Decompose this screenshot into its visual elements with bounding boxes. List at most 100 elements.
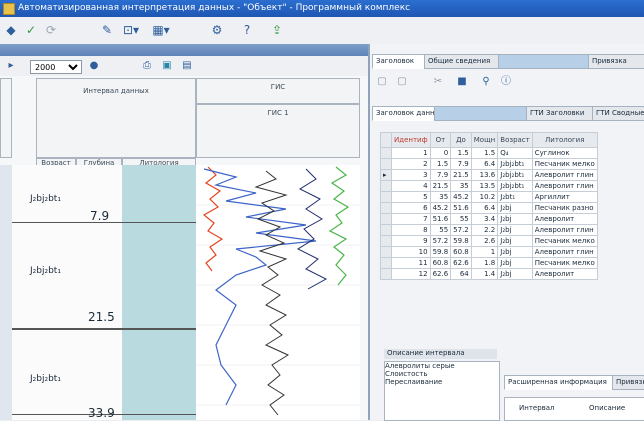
table-cell[interactable]: Алевролит [531,213,598,225]
table-cell[interactable]: 45.2 [429,202,452,214]
table-row[interactable]: 10 59.8 60.8 1 J₂bj Алевролит глин [380,246,598,258]
table-cell[interactable]: J₂bj₂bt₁ [497,180,533,192]
row-gutter[interactable] [380,246,392,258]
table-row[interactable]: 12 62.6 64 1.4 J₂bj Алевролит [380,268,598,280]
table-cell[interactable]: 51.6 [429,213,452,225]
grid-icon[interactable]: ▦▾ [150,22,172,38]
table-cell[interactable]: 10 [391,246,431,258]
table-cell[interactable]: J₂bt₁ [497,191,533,203]
help-icon[interactable]: ? [240,22,254,38]
table-cell[interactable]: J₂bj [497,213,533,225]
column-header[interactable]: Идентиф [391,132,431,148]
image-icon[interactable]: ▣ [160,58,174,74]
table-cell[interactable]: 62.6 [450,257,472,269]
table-cell[interactable]: 1.5 [429,158,452,170]
table-row[interactable]: 5 35 45.2 10.2 J₂bt₁ Аргиллит [380,191,598,203]
table-cell[interactable]: Алевролит [531,268,598,280]
table-cell[interactable]: 2 [391,158,431,170]
table-row[interactable]: 6 45.2 51.6 6.4 J₂bj Песчаник разно [380,202,598,214]
table-cell[interactable]: J₂bj [497,246,533,258]
table-cell[interactable]: Алевролит глин [531,180,598,192]
table-cell[interactable]: Алевролит глин [531,224,598,236]
list-item[interactable]: Алевролиты серые [385,362,499,370]
column-header[interactable]: Мощн [470,132,499,148]
add-icon[interactable]: ▢ [376,74,388,90]
table-row[interactable]: 11 60.8 62.6 1.8 J₂bj Песчаник мелко [380,257,598,269]
table-cell[interactable]: 1 [391,147,431,159]
settings-icon[interactable]: ⚙ [210,22,224,38]
table-cell[interactable]: 45.2 [450,191,472,203]
table-row[interactable]: ▸ 3 7.9 21.5 13.6 J₂bj₂bt₁ Алевролит глин [380,169,598,181]
row-gutter[interactable] [380,147,392,159]
table-icon[interactable]: ▤ [180,58,194,74]
table-cell[interactable]: 55 [450,213,472,225]
table-cell[interactable]: J₂bj [497,202,533,214]
tab-properties[interactable]: Свойства [498,54,592,69]
table-cell[interactable]: 13.6 [470,169,499,181]
check-icon[interactable]: ✓ [24,22,38,38]
table-cell[interactable]: 10.2 [470,191,499,203]
tab-gti-summary[interactable]: ГТИ Сводные [592,106,644,121]
table-cell[interactable]: Q₄ [497,147,533,159]
table-cell[interactable]: 21.5 [429,180,452,192]
table-cell[interactable]: 1 [470,246,499,258]
table-cell[interactable]: 35 [429,191,452,203]
row-gutter[interactable]: ▸ [380,169,392,181]
row-gutter[interactable] [380,180,392,192]
table-cell[interactable]: Алевролит глин [531,169,598,181]
info-icon[interactable]: ⓘ [500,74,512,90]
table-cell[interactable]: 59.8 [429,246,452,258]
filter-icon[interactable]: ⚲ [480,74,492,90]
table-cell[interactable]: Суглинок [531,147,598,159]
table-cell[interactable]: 1.8 [470,257,499,269]
table-cell[interactable]: 59.8 [450,235,472,247]
table-cell[interactable]: 35 [450,180,472,192]
cut-icon[interactable]: ✂ [432,74,444,90]
tab-core-description[interactable]: Описание керна [434,106,530,121]
table-cell[interactable]: 57.2 [450,224,472,236]
tab-binding[interactable]: Привязка [588,54,644,69]
tab-data-header[interactable]: Заголовок данных [372,106,438,121]
table-cell[interactable]: 7 [391,213,431,225]
column-header[interactable]: Литология [531,132,598,148]
print-icon[interactable]: ⎙ [140,58,154,74]
table-cell[interactable]: 1.5 [450,147,472,159]
table-cell[interactable]: Песчаник мелко [531,257,598,269]
tab-gti-headers[interactable]: ГТИ Заголовки [526,106,596,121]
row-gutter[interactable] [380,202,392,214]
table-cell[interactable]: 7.9 [429,169,452,181]
table-cell[interactable]: 57.2 [429,235,452,247]
table-cell[interactable]: 6.4 [470,202,499,214]
table-cell[interactable]: J₂bj [497,235,533,247]
floppy-icon[interactable]: ■ [456,74,468,90]
table-cell[interactable]: Алевролит глин [531,246,598,258]
table-cell[interactable]: J₂bj₂bt₁ [497,169,533,181]
table-cell[interactable]: 60.8 [450,246,472,258]
table-cell[interactable]: J₂bj [497,268,533,280]
table-cell[interactable]: 6 [391,202,431,214]
table-cell[interactable]: 6.4 [470,158,499,170]
table-cell[interactable]: 62.6 [429,268,452,280]
table-cell[interactable]: 7.9 [450,158,472,170]
table-row[interactable]: 1 0 1.5 1.5 Q₄ Суглинок [380,147,598,159]
table-cell[interactable]: Песчаник мелко [531,235,598,247]
row-gutter[interactable] [380,158,392,170]
table-cell[interactable]: 1.5 [470,147,499,159]
table-row[interactable]: 7 51.6 55 3.4 J₂bj Алевролит [380,213,598,225]
table-cell[interactable]: 2.2 [470,224,499,236]
description-list[interactable]: Алевролиты серые Слоистость Переслаивани… [384,361,500,421]
log-curves-plot[interactable] [196,165,360,420]
intervals-table[interactable]: Идентиф От До Мощн Возраст Литология 101… [380,132,598,280]
row-gutter[interactable] [380,191,392,203]
table-cell[interactable]: 12 [391,268,431,280]
table-cell[interactable]: J₂bj₂bt₁ [497,158,533,170]
row-gutter[interactable] [380,213,392,225]
table-cell[interactable]: 60.8 [429,257,452,269]
table-cell[interactable]: 9 [391,235,431,247]
table-cell[interactable]: 51.6 [450,202,472,214]
chart-icon[interactable]: ⊡▾ [120,22,142,38]
table-row[interactable]: 9 57.2 59.8 2.6 J₂bj Песчаник мелко [380,235,598,247]
row-gutter[interactable] [380,235,392,247]
table-cell[interactable]: 13.5 [470,180,499,192]
refresh-icon[interactable]: ⟳ [44,22,58,38]
